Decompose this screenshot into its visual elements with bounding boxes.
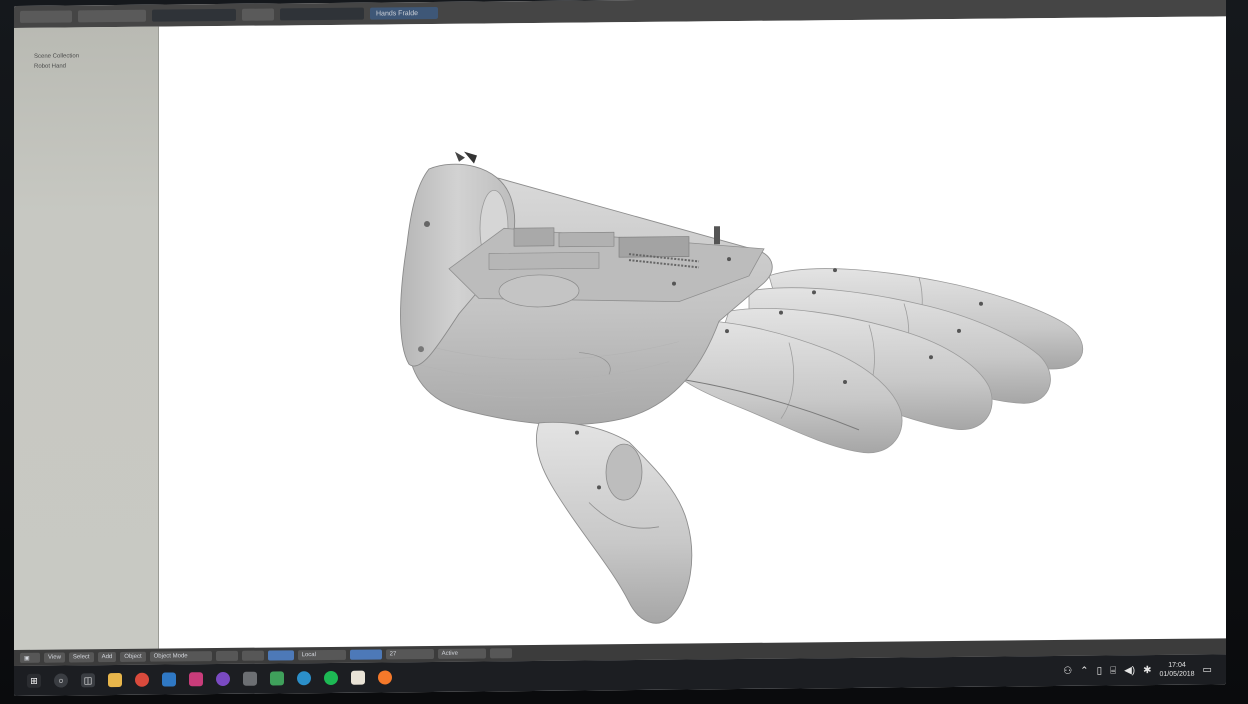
menu-edit[interactable] — [78, 9, 146, 23]
left-panel: Scene Collection Robot Hand — [14, 26, 159, 651]
app-icon[interactable] — [270, 671, 284, 686]
app-icon[interactable] — [189, 672, 203, 687]
bluetooth-icon[interactable]: ✱ — [1143, 665, 1151, 676]
workspace-tab-2[interactable] — [280, 7, 364, 21]
add-menu[interactable]: Add — [97, 652, 117, 663]
chevron-up-icon[interactable]: ⌃ — [1080, 665, 1088, 676]
people-icon[interactable]: ⚇ — [1063, 665, 1072, 676]
spotify-icon[interactable] — [324, 670, 338, 686]
object-menu[interactable]: Object — [120, 651, 146, 662]
workspace-tab-1[interactable] — [152, 8, 236, 22]
clock[interactable]: 17:04 01/05/2018 — [1160, 661, 1195, 679]
menu-render[interactable] — [242, 8, 274, 21]
app-icon[interactable] — [216, 671, 230, 687]
screen: Hands Fralde Scene Collection Robot Hand — [14, 0, 1226, 696]
monitor-bezel: Hands Fralde Scene Collection Robot Hand — [0, 0, 1248, 704]
app-icon[interactable] — [351, 670, 365, 685]
shading-toggle[interactable] — [215, 650, 238, 662]
battery-icon[interactable]: ▯ — [1097, 665, 1103, 676]
frame-selector[interactable]: 27 — [385, 648, 434, 660]
task-view-icon[interactable]: ◫ — [81, 673, 95, 688]
app-icon[interactable] — [297, 671, 311, 686]
notifications-icon[interactable]: ▭ — [1203, 664, 1212, 675]
system-tray: ⚇ ⌃ ▯ ⌸ ◀) ✱ 17:04 01/05/2018 ▭ — [1063, 654, 1212, 685]
file-explorer-icon[interactable] — [108, 672, 122, 688]
clock-date: 01/05/2018 — [1159, 670, 1195, 679]
snap-selector[interactable]: Active — [437, 648, 486, 659]
3d-viewport[interactable] — [159, 16, 1226, 649]
thumb[interactable] — [535, 421, 693, 624]
app-icon[interactable] — [162, 672, 176, 687]
start-icon[interactable]: ⊞ — [27, 673, 41, 688]
outliner: Scene Collection Robot Hand — [34, 51, 154, 72]
layer-buttons[interactable] — [349, 649, 382, 660]
scene-selector[interactable]: Hands Fralde — [370, 6, 438, 20]
editor-type-icon[interactable]: ▣ — [20, 652, 40, 663]
mode-selector[interactable]: Object Mode — [149, 651, 212, 662]
orientation-selector[interactable]: Local — [297, 649, 346, 661]
network-icon[interactable]: ⌸ — [1110, 665, 1116, 676]
chrome-icon[interactable] — [135, 672, 149, 687]
search-icon[interactable]: ○ — [54, 673, 68, 688]
manipulator-toggle[interactable] — [267, 650, 294, 661]
clock-time: 17:04 — [1168, 661, 1186, 669]
robotic-hand-model[interactable] — [159, 16, 1226, 648]
view-menu[interactable]: View — [44, 652, 65, 663]
volume-icon[interactable]: ◀) — [1124, 665, 1135, 676]
render-preview-icon[interactable] — [489, 648, 512, 659]
pivot-toggle[interactable] — [241, 650, 264, 661]
select-menu[interactable]: Select — [68, 652, 94, 663]
menu-file[interactable] — [20, 10, 72, 23]
outliner-item[interactable]: Robot Hand — [34, 61, 154, 72]
app-icon[interactable] — [243, 671, 257, 686]
blender-icon[interactable] — [378, 670, 392, 685]
